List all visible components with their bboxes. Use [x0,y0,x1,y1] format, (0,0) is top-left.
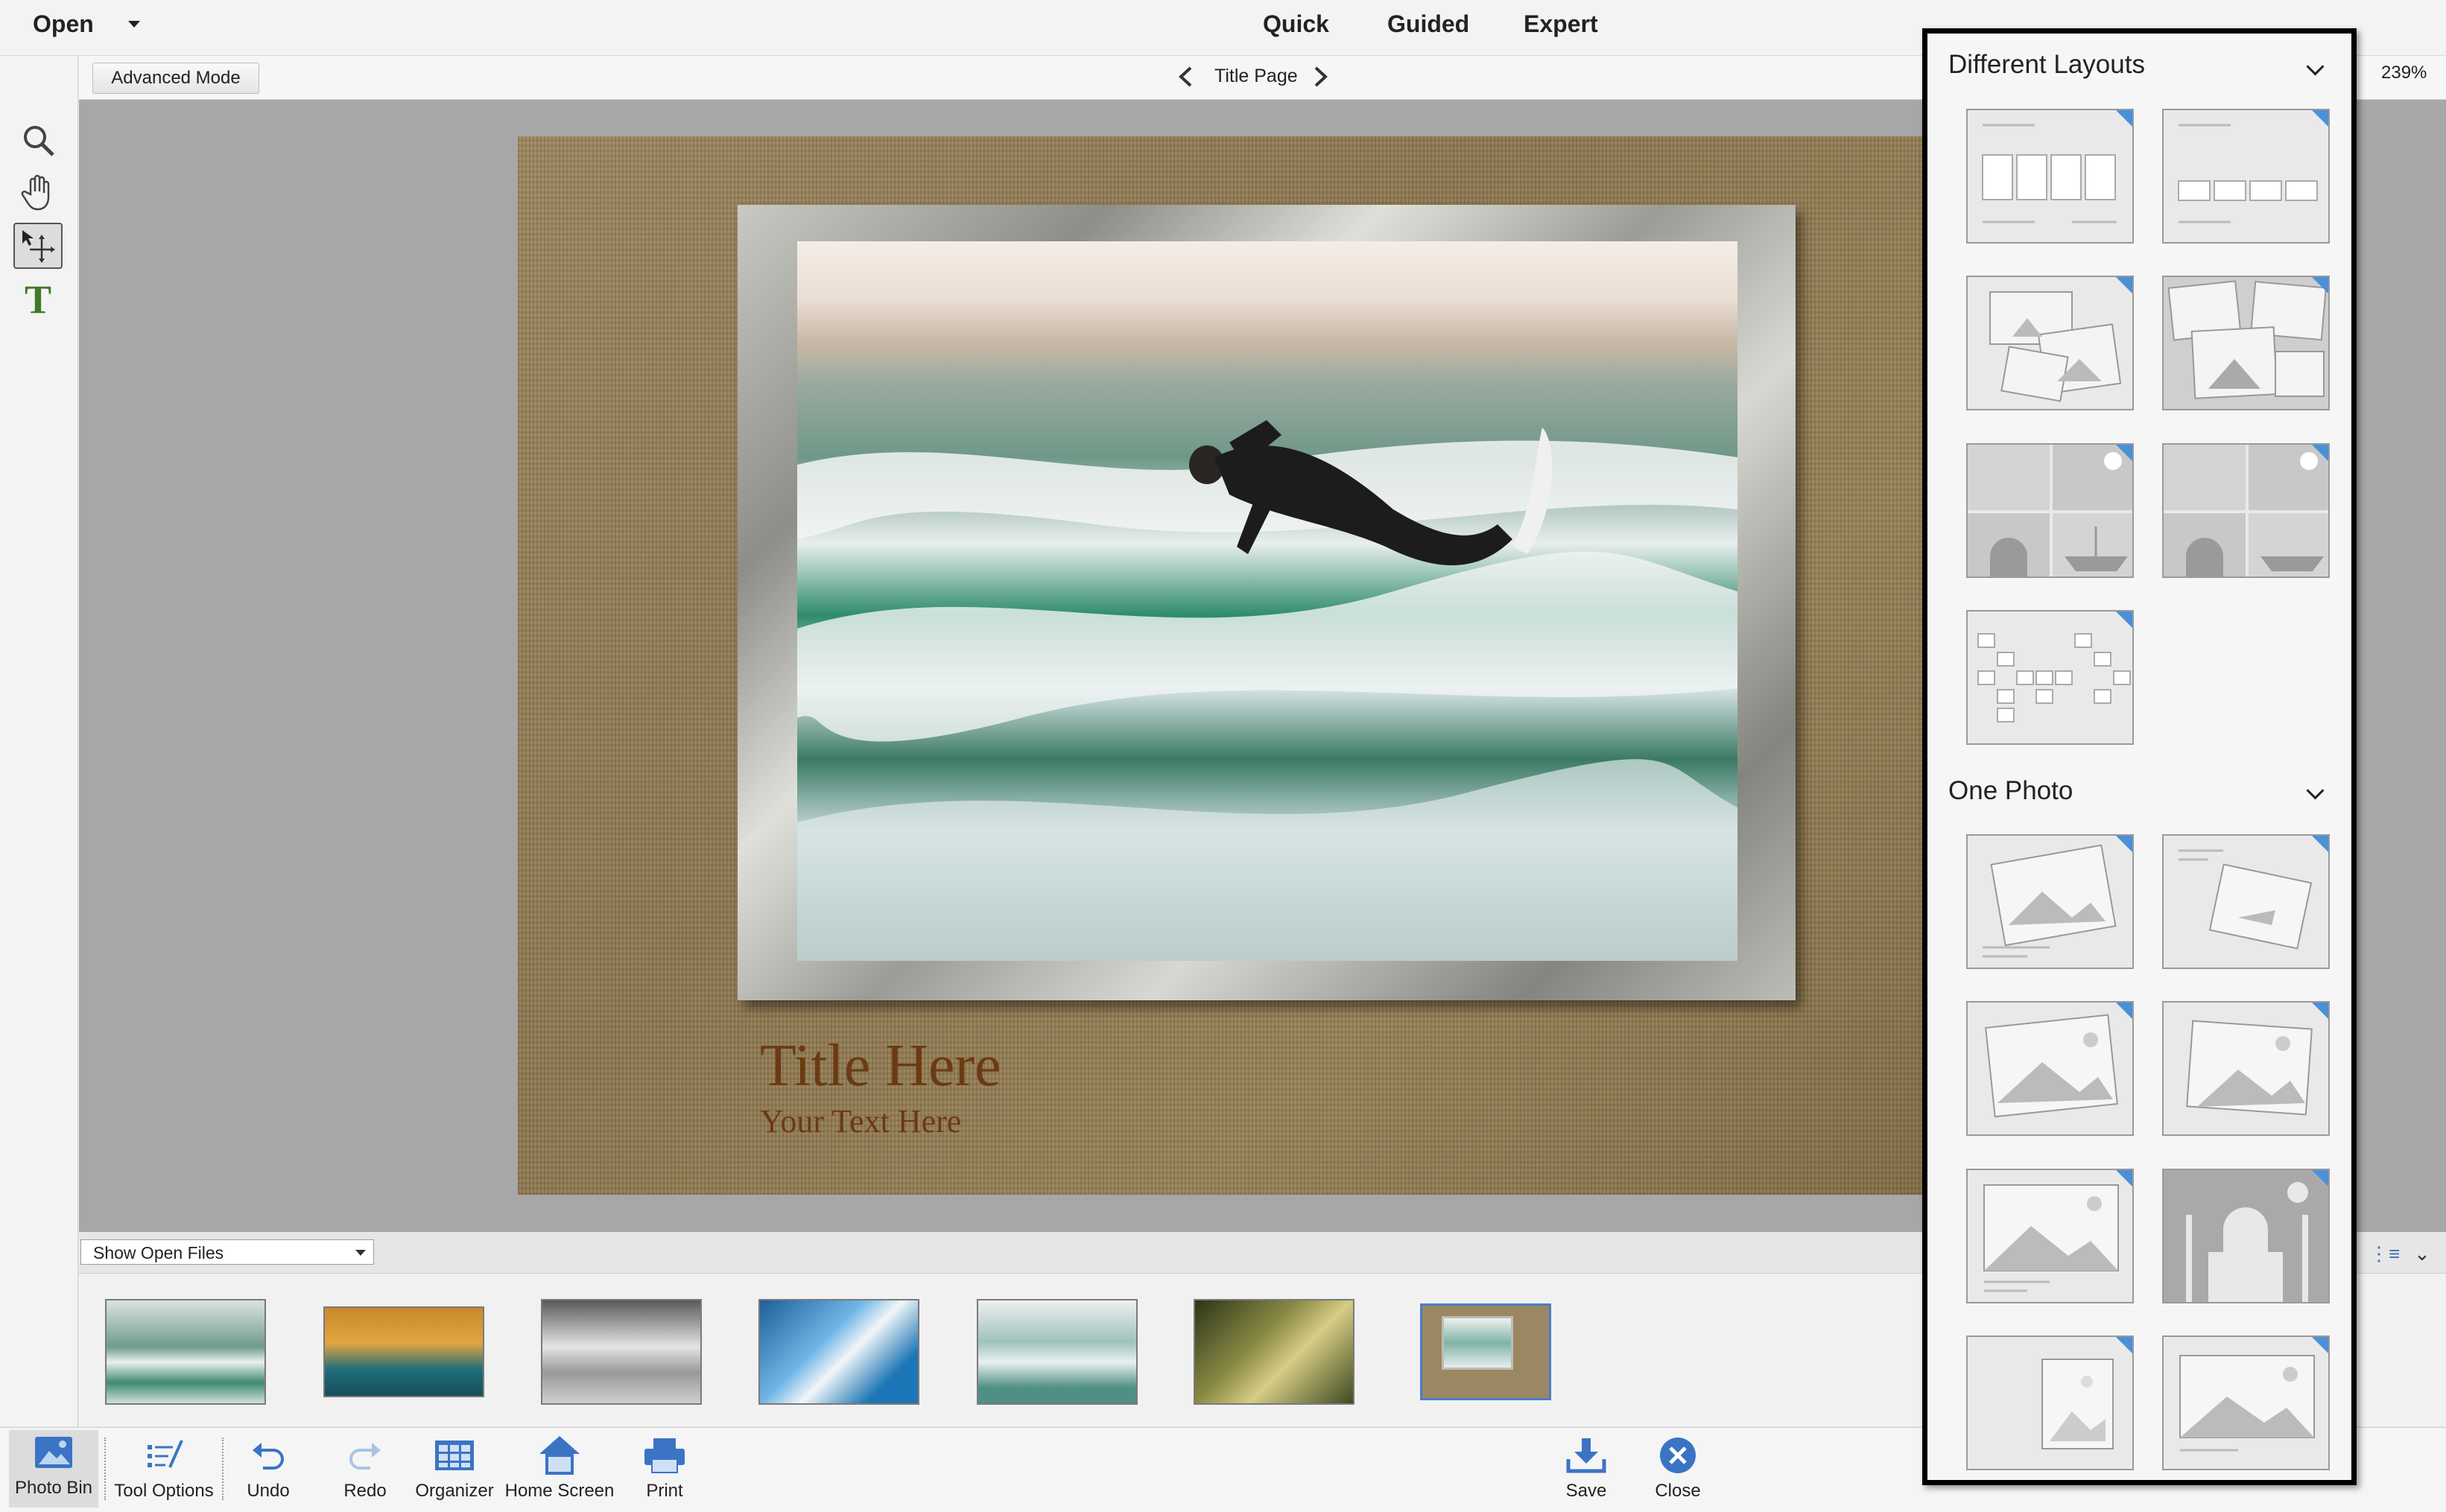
open-dropdown-caret-icon[interactable] [128,21,140,28]
layout-corner-badge [2116,1337,2132,1353]
home-screen-button[interactable]: Home Screen [504,1433,615,1502]
show-open-files-select[interactable]: Show Open Files [80,1239,374,1265]
print-label: Print [646,1481,683,1501]
layout-corner-badge [2312,1170,2328,1187]
hand-tool-icon[interactable] [13,169,63,215]
layout-corner-badge [2312,836,2328,852]
layout-four-photos[interactable] [1966,109,2134,244]
save-icon [1566,1438,1606,1473]
zoom-level: 239% [2381,63,2427,83]
bin-options-icon[interactable]: ⋮≡ [2369,1242,2400,1265]
organizer-button[interactable]: Organizer [411,1433,498,1502]
layout-corner-badge [2312,445,2328,461]
bin-thumbnail[interactable] [1194,1299,1355,1405]
print-icon [644,1438,685,1473]
page-label: Title Page [1214,66,1298,86]
layout-corner-badge [2116,277,2132,293]
layout-one-photo-frame-alt[interactable] [2162,1001,2330,1136]
undo-icon [253,1443,284,1470]
layout-collage-photos[interactable] [2162,276,2330,410]
bin-thumbnail[interactable] [977,1299,1138,1405]
previous-page-icon[interactable] [1176,66,1195,88]
open-menu-button[interactable]: Open [33,10,94,38]
layout-corner-badge [2116,1170,2132,1187]
organizer-icon [435,1440,474,1470]
undo-button[interactable]: Undo [240,1433,297,1502]
bin-thumbnail[interactable] [758,1299,919,1405]
tab-expert[interactable]: Expert [1524,10,1598,38]
toolbox: T [0,56,78,1426]
page-title-text[interactable]: Title Here [760,1032,1001,1100]
bin-thumbnail[interactable] [323,1306,484,1397]
separator [104,1438,106,1500]
section-title-different-layouts: Different Layouts [1948,50,2145,79]
layout-corner-badge [2312,1003,2328,1019]
chevron-down-icon[interactable]: ⌄ [2414,1242,2430,1265]
layout-one-photo-frame[interactable] [1966,1001,2134,1136]
layouts-panel: Different Layouts One Photo [1922,28,2357,1485]
layout-corner-badge [2116,836,2132,852]
layout-corner-badge [2116,445,2132,461]
text-tool-icon[interactable]: T [13,276,63,323]
layout-corner-badge [2116,612,2132,628]
layout-corner-badge [2116,110,2132,127]
bin-thumbnail[interactable] [105,1299,266,1405]
redo-icon [349,1443,381,1470]
bin-thumbnail-selected[interactable] [1420,1303,1551,1400]
chevron-down-icon[interactable] [2306,57,2325,76]
print-button[interactable]: Print [635,1433,694,1502]
redo-button[interactable]: Redo [337,1433,393,1502]
layout-one-photo-small[interactable] [1966,1335,2134,1470]
layout-one-photo-full[interactable] [2162,1169,2330,1303]
show-open-files-value: Show Open Files [93,1243,224,1262]
save-button[interactable]: Save [1562,1433,1611,1502]
layout-many-photos[interactable] [1966,610,2134,745]
tab-quick[interactable]: Quick [1263,10,1329,38]
text-tool-glyph: T [24,277,52,322]
tool-options-label: Tool Options [114,1481,214,1501]
home-screen-label: Home Screen [504,1481,615,1501]
next-page-icon[interactable] [1311,66,1331,88]
layout-one-photo-caption[interactable] [1966,1169,2134,1303]
layout-corner-badge [2312,110,2328,127]
organizer-label: Organizer [415,1481,494,1501]
layout-grid-four-alt[interactable] [2162,443,2330,578]
photo-bin-label: Photo Bin [14,1478,93,1498]
tab-guided[interactable]: Guided [1387,10,1469,38]
tool-options-button[interactable]: Tool Options [109,1433,219,1502]
move-tool-icon[interactable] [13,223,63,269]
layout-one-photo-caption-alt[interactable] [2162,1335,2330,1470]
undo-label: Undo [247,1481,290,1501]
layout-one-photo-tilted[interactable] [1966,834,2134,969]
close-icon [1660,1438,1696,1473]
photo-bin-icon [35,1437,72,1468]
photo-bin-button[interactable]: Photo Bin [9,1430,98,1508]
home-icon [539,1436,580,1475]
layout-one-photo-tilted-text[interactable] [2162,834,2330,969]
layout-corner-badge [2312,277,2328,293]
redo-label: Redo [343,1481,387,1501]
save-label: Save [1565,1481,1607,1501]
layout-four-small-photos[interactable] [2162,109,2330,244]
chevron-down-icon[interactable] [2306,781,2325,800]
section-title-one-photo: One Photo [1948,776,2073,805]
dropdown-caret-icon [355,1250,366,1256]
separator [222,1438,224,1500]
close-button[interactable]: Close [1651,1433,1705,1502]
layout-grid-four[interactable] [1966,443,2134,578]
surfer-photo[interactable] [797,241,1737,961]
page-subtitle-text[interactable]: Your Text Here [760,1102,961,1140]
close-label: Close [1655,1481,1701,1501]
bin-thumbnail[interactable] [541,1299,702,1405]
thumbnail-preview [1442,1316,1513,1370]
layout-corner-badge [2116,1003,2132,1019]
layout-corner-badge [2312,1337,2328,1353]
layout-scattered-photos[interactable] [1966,276,2134,410]
tool-options-icon [148,1440,183,1468]
zoom-tool-icon[interactable] [13,117,63,163]
advanced-mode-button[interactable]: Advanced Mode [92,63,259,94]
